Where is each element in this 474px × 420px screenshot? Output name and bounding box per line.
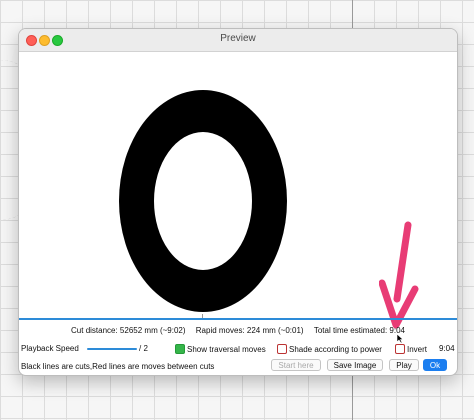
play-button[interactable]: Play	[389, 359, 419, 371]
title-bar[interactable]: Preview	[19, 29, 457, 52]
playback-speed-value: / 2	[139, 344, 148, 353]
ok-button[interactable]: Ok	[423, 359, 447, 371]
job-stats: Cut distance: 52652 mm (~9:02) Rapid mov…	[19, 326, 457, 335]
preview-window: Preview Cut distance: 52652 mm (~9:02) R…	[18, 28, 458, 376]
elapsed-time-display: 9:04	[439, 344, 455, 353]
checkbox-unchecked-icon[interactable]	[277, 344, 287, 354]
ring-cut-preview	[119, 90, 287, 312]
shade-power-label: Shade according to power	[289, 344, 382, 354]
pointer-arrow-annotation	[379, 221, 419, 329]
playback-controls: Playback Speed / 2 Show traversal moves …	[19, 342, 457, 356]
invert-label: Invert	[407, 344, 428, 354]
checkbox-unchecked-icon[interactable]	[395, 344, 405, 354]
window-title: Preview	[220, 33, 256, 44]
show-traversal-checkbox[interactable]: Show traversal moves	[175, 344, 266, 354]
total-time-text: Total time estimated: 9:04	[313, 326, 405, 335]
playback-speed-slider[interactable]	[87, 348, 137, 350]
playback-progress-line	[19, 318, 457, 320]
rapid-moves-text: Rapid moves: 224 mm (~0:01)	[195, 326, 304, 335]
start-here-button[interactable]: Start here	[271, 359, 321, 371]
invert-checkbox[interactable]: Invert	[395, 344, 427, 354]
checkbox-checked-icon[interactable]	[175, 344, 185, 354]
save-image-button[interactable]: Save Image	[327, 359, 383, 371]
shade-power-checkbox[interactable]: Shade according to power	[277, 344, 382, 354]
cut-distance-text: Cut distance: 52652 mm (~9:02)	[71, 326, 186, 335]
legend-text: Black lines are cuts,Red lines are moves…	[21, 362, 215, 371]
show-traversal-label: Show traversal moves	[187, 344, 266, 354]
footer-bar: Black lines are cuts,Red lines are moves…	[19, 359, 457, 373]
playback-speed-label: Playback Speed	[21, 344, 79, 353]
